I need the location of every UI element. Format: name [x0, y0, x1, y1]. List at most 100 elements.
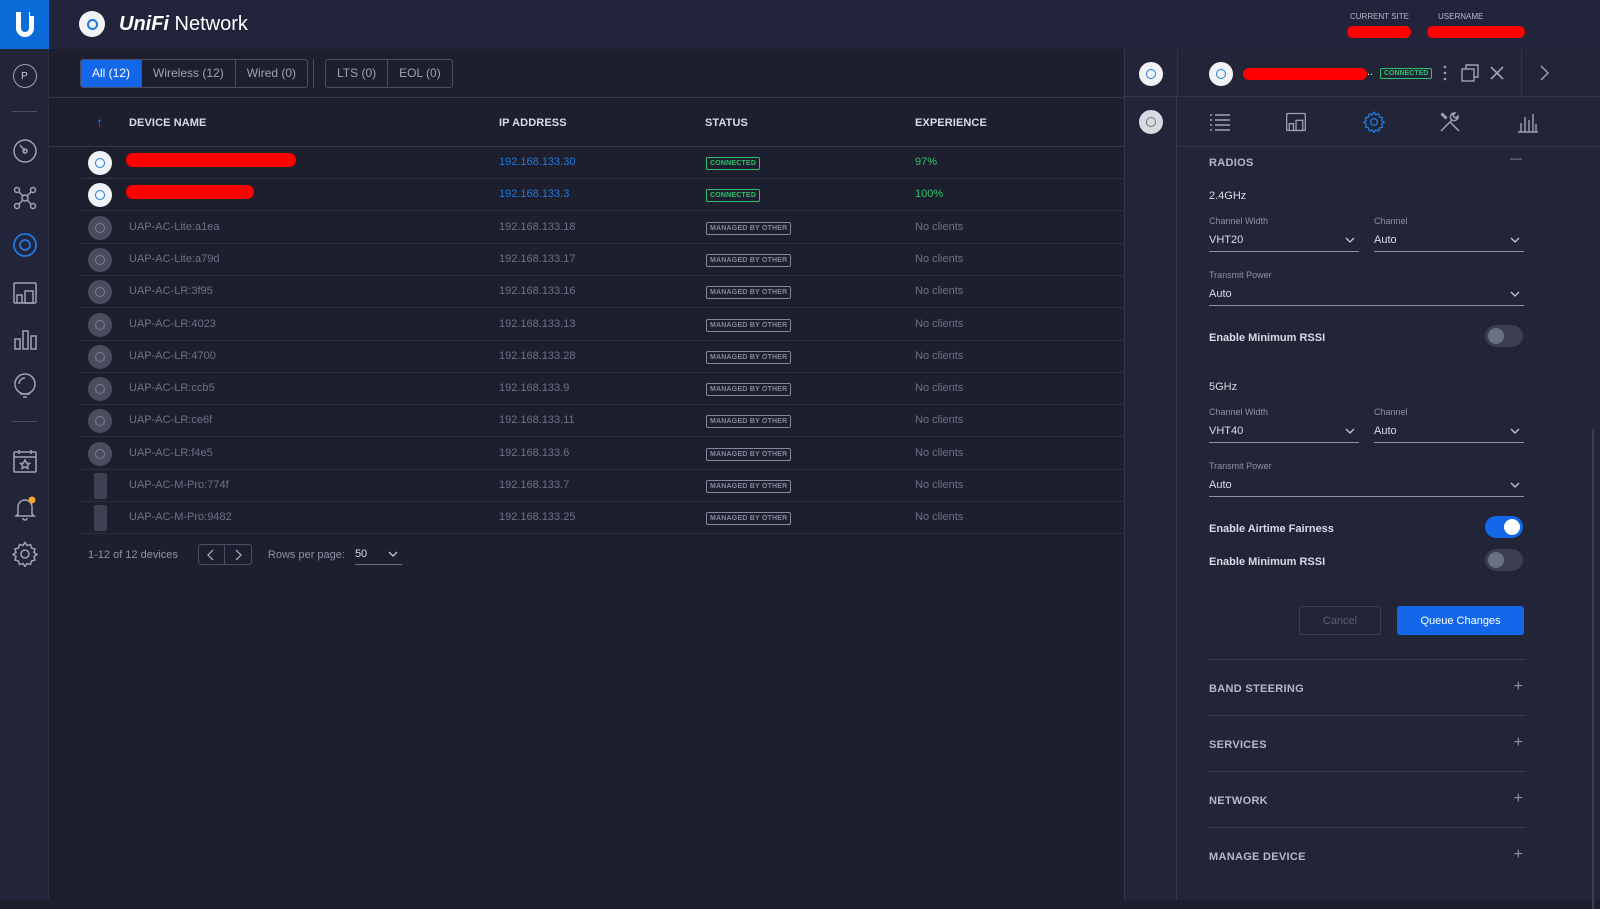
current-site-redacted[interactable] — [1347, 26, 1411, 38]
table-row[interactable]: UAP-AC-LR:4023 192.168.133.13 MANAGED BY O… — [80, 309, 1176, 341]
experience-value: No clients — [915, 252, 964, 265]
statistics-icon[interactable] — [0, 321, 49, 357]
channel-24-select[interactable]: Auto — [1374, 228, 1524, 252]
column-header-status[interactable]: STATUS — [705, 117, 748, 129]
band-5ghz-title: 5GHz — [1209, 381, 1238, 393]
uap-mesh-pro-icon — [94, 505, 107, 532]
table-row[interactable]: UAP-AC-LR:3f95 192.168.133.16 MANAGED BY O… — [80, 276, 1176, 309]
transmit-power-24-select[interactable]: Auto — [1209, 282, 1524, 306]
top-bar: UniFi Network CURRENT SITE USERNAME — [49, 0, 1600, 49]
unifi-ap-logo-icon — [79, 11, 105, 37]
rows-per-page-select[interactable]: 50 — [354, 545, 402, 565]
column-header-experience[interactable]: EXPERIENCE — [915, 117, 987, 129]
channel-5-value: Auto — [1374, 424, 1397, 437]
accordion-title: BAND STEERING — [1209, 683, 1304, 695]
column-header-device-name[interactable]: DEVICE NAME — [129, 117, 207, 129]
expand-plus-icon[interactable]: + — [1514, 678, 1523, 696]
ip-address: 192.168.133.9 — [499, 382, 570, 395]
access-point-icon — [88, 441, 112, 466]
table-row[interactable]: UAP-AC-LR:4700 192.168.133.28 MANAGED BY O… — [80, 341, 1176, 373]
expand-panel-chevron-icon[interactable] — [1539, 65, 1550, 86]
min-rssi-5-toggle[interactable] — [1485, 549, 1523, 571]
airtime-fairness-toggle[interactable] — [1485, 516, 1523, 538]
experience-value: No clients — [915, 349, 964, 362]
expand-plus-icon[interactable]: + — [1514, 790, 1523, 808]
accordion-network[interactable]: NETWORK + — [1209, 771, 1525, 827]
dashboard-icon[interactable] — [0, 133, 49, 169]
status-badge: MANAGED BY OTHER — [706, 350, 792, 364]
cancel-button[interactable]: Cancel — [1299, 606, 1381, 635]
device-name: UAP-AC-M-Pro:774f — [129, 479, 229, 491]
site-avatar-icon[interactable]: P — [0, 58, 49, 94]
close-panel-icon[interactable] — [1489, 65, 1505, 86]
next-page-button[interactable] — [225, 545, 251, 564]
experience-value: 100% — [915, 188, 944, 201]
channel-5-select[interactable]: Auto — [1374, 419, 1524, 443]
device-icon[interactable] — [1139, 62, 1163, 86]
settings-gear-icon[interactable] — [0, 536, 49, 572]
experience-value: No clients — [915, 479, 964, 491]
prev-page-button[interactable] — [199, 545, 225, 564]
topology-icon[interactable] — [0, 180, 49, 216]
ip-address: 192.168.133.7 — [499, 479, 570, 491]
device-icon[interactable] — [1139, 110, 1163, 134]
accordion-band-steering[interactable]: BAND STEERING + — [1209, 659, 1525, 715]
min-rssi-24-toggle[interactable] — [1485, 325, 1523, 347]
clients-icon[interactable] — [0, 275, 49, 311]
column-header-ip-address[interactable]: IP ADDRESS — [499, 117, 567, 129]
tab-tools-icon[interactable] — [1437, 109, 1463, 135]
tab-config-gear-icon[interactable] — [1361, 109, 1387, 135]
table-row[interactable]: UAP-AC-Lite:a79d 192.168.133.17 MANAGED BY… — [80, 244, 1176, 276]
filter-wireless[interactable]: Wireless (12) — [142, 60, 236, 87]
alerts-bell-icon[interactable] — [0, 490, 49, 526]
tab-details-list-icon[interactable] — [1207, 109, 1233, 135]
channel-width-5-select[interactable]: VHT40 — [1209, 419, 1359, 443]
filter-lts[interactable]: LTS (0) — [326, 60, 389, 87]
status-badge: CONNECTED — [706, 189, 761, 203]
device-name: UAP-AC-LR:3f95 — [129, 285, 213, 298]
pagination — [197, 544, 252, 565]
accordion-manage-device[interactable]: MANAGE DEVICE + — [1209, 827, 1525, 883]
sort-arrow-icon[interactable]: ↑ — [96, 114, 103, 130]
brand-network: Network — [169, 13, 248, 35]
table-row[interactable]: UAP-AC-Lite:a1ea 192.168.133.18 MANAGED BY… — [80, 212, 1176, 244]
table-row[interactable]: 192.168.133.3CONNECTED100%UAP-AC-L — [80, 179, 1176, 212]
filter-eol[interactable]: EOL (0) — [388, 60, 452, 87]
ip-address: 192.168.133.13 — [499, 317, 576, 330]
device-name: UAP-AC-Lite:a1ea — [129, 220, 220, 233]
panel-left-rail — [1125, 97, 1177, 900]
experience-value: 97% — [915, 156, 938, 168]
tab-clients-icon[interactable] — [1283, 109, 1309, 135]
insights-icon[interactable] — [0, 367, 49, 403]
expand-plus-icon[interactable]: + — [1514, 734, 1523, 752]
tab-statistics-icon[interactable] — [1515, 109, 1541, 135]
table-row[interactable]: UAP-AC-M-Pro:774f 192.168.133.7 MANAGED BY… — [80, 470, 1176, 502]
more-options-icon[interactable] — [1443, 64, 1447, 82]
panel-scrollbar[interactable] — [1592, 429, 1594, 909]
popout-window-icon[interactable] — [1461, 64, 1479, 87]
devices-icon[interactable] — [0, 227, 49, 263]
ubiquiti-logo[interactable] — [0, 0, 49, 49]
accordion-services[interactable]: SERVICES + — [1209, 715, 1525, 771]
queue-changes-button[interactable]: Queue Changes — [1397, 606, 1524, 635]
channel-width-24-select[interactable]: VHT20 — [1209, 228, 1359, 252]
events-calendar-icon[interactable] — [0, 443, 49, 479]
table-row[interactable]: UAP-AC-LR:ccb5 192.168.133.9 MANAGED BY OT… — [80, 373, 1176, 406]
table-row[interactable]: 192.168.133.30CONNECTED97%UAP-AC-L — [80, 147, 1176, 179]
transmit-power-5-select[interactable]: Auto — [1209, 473, 1524, 497]
device-name: UAP-AC-LR:4023 — [129, 317, 216, 330]
accordion-title: MANAGE DEVICE — [1209, 851, 1306, 863]
collapse-radios-icon[interactable]: — — [1510, 151, 1522, 165]
table-row[interactable]: UAP-AC-LR:ce6f 192.168.133.11 MANAGED BY O… — [80, 405, 1176, 438]
username-redacted[interactable] — [1427, 26, 1525, 38]
device-count: 1-12 of 12 devices — [88, 548, 178, 561]
device-name: UAP-AC-LR:ccb5 — [129, 382, 215, 395]
access-point-icon — [88, 344, 112, 369]
device-properties-panel: .. CONNECTED RADIOS — 2.4GHz Channel Wid… — [1124, 49, 1600, 909]
expand-plus-icon[interactable]: + — [1514, 846, 1523, 864]
table-row[interactable]: UAP-AC-M-Pro:9482 192.168.133.25 MANAGED B… — [80, 502, 1176, 535]
filter-wired[interactable]: Wired (0) — [236, 60, 307, 87]
filter-all[interactable]: All (12) — [81, 60, 143, 87]
status-badge: MANAGED BY OTHER — [706, 415, 792, 429]
table-row[interactable]: UAP-AC-LR:f4e5 192.168.133.6 MANAGED BY OT… — [80, 438, 1176, 470]
